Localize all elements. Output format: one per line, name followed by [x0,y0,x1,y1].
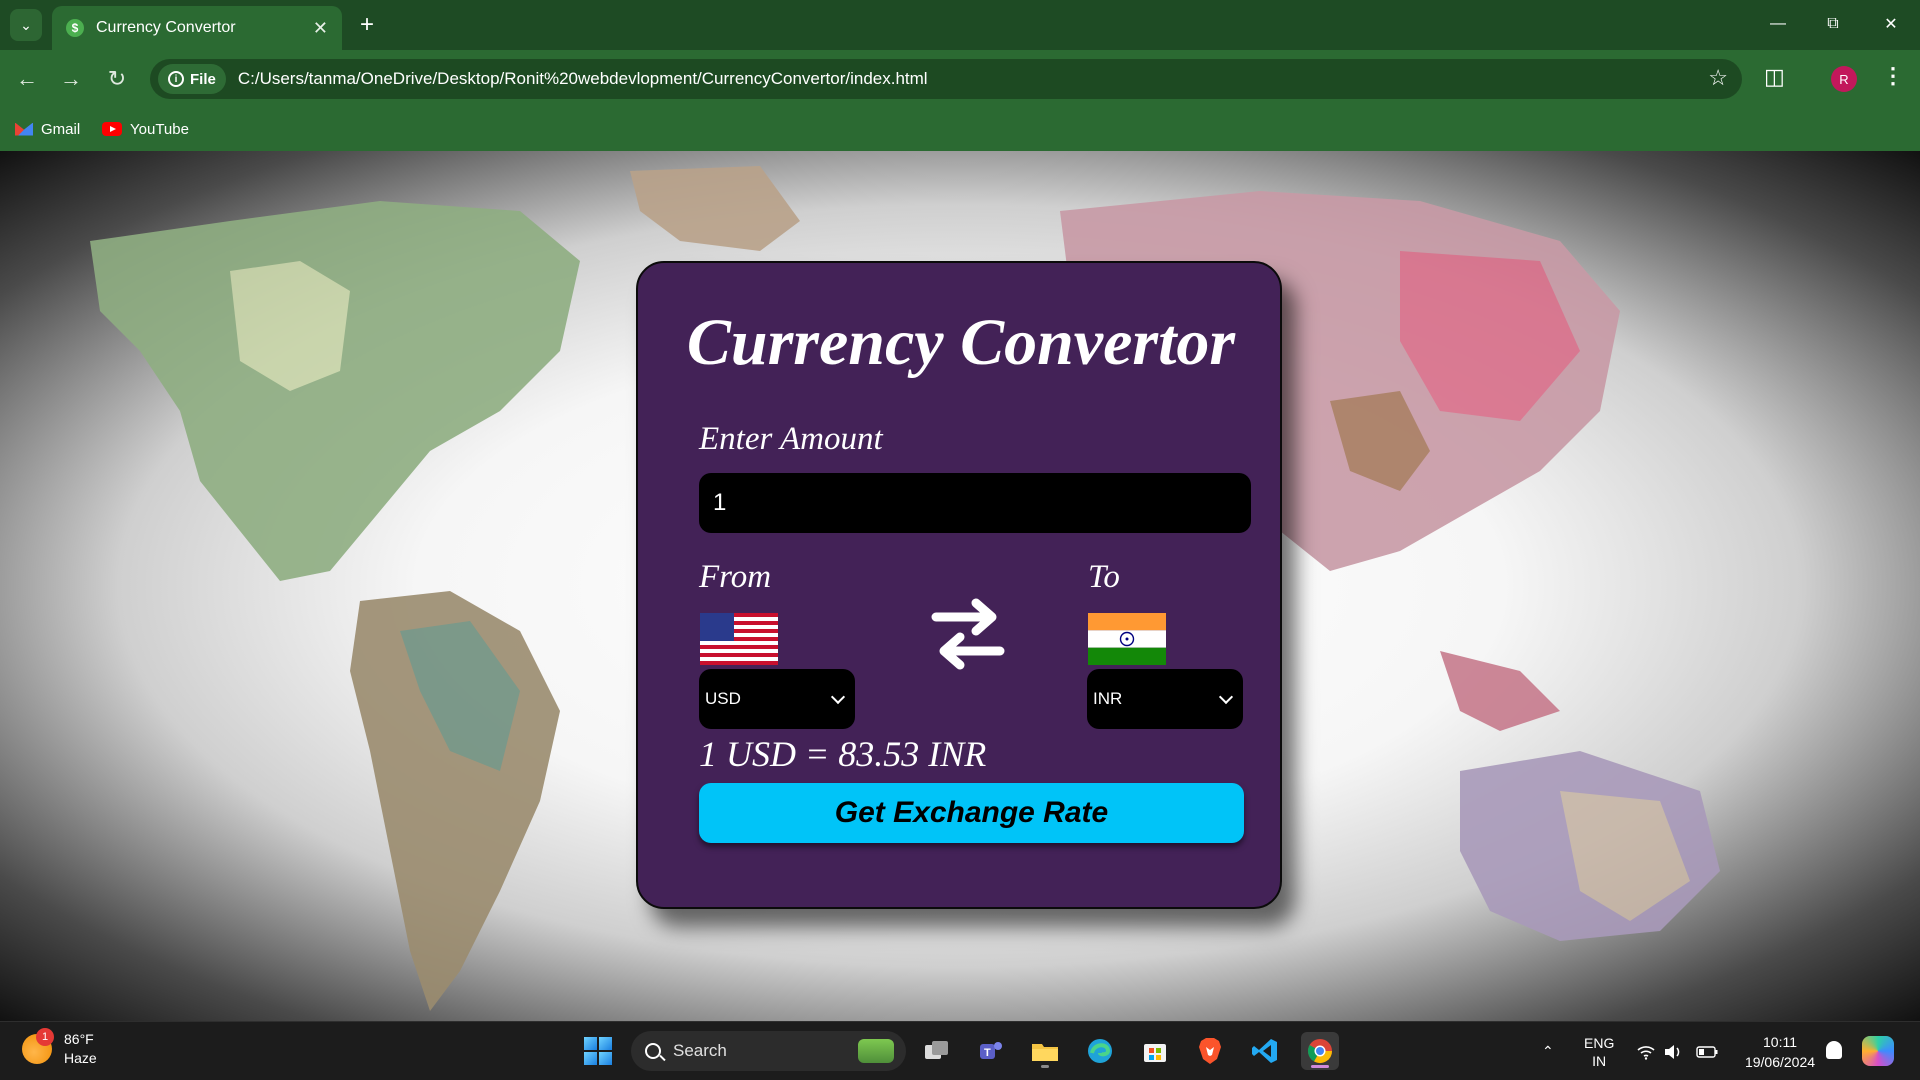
new-tab-icon[interactable]: + [352,10,382,40]
notification-badge: 1 [36,1028,54,1046]
vscode-icon[interactable] [1246,1032,1284,1070]
browser-tab[interactable]: $ Currency Convertor ✕ [52,6,342,50]
india-flag-icon [1088,613,1166,665]
address-bar[interactable]: i File C:/Users/tanma/OneDrive/Desktop/R… [150,59,1742,99]
weather-sun-icon: 1 [22,1028,54,1064]
brave-icon[interactable] [1191,1032,1229,1070]
language-indicator[interactable]: ENG IN [1584,1022,1614,1080]
info-icon: i [168,71,184,87]
from-currency-value: USD [705,689,741,708]
browser-toolbar: ← → ↻ i File C:/Users/tanma/OneDrive/Des… [0,50,1920,108]
restore-icon[interactable]: ⧉ [1810,6,1856,42]
chevron-down-icon [830,689,846,704]
search-highlight-art-icon [858,1039,894,1063]
youtube-icon [102,122,122,136]
active-indicator [1311,1065,1329,1068]
chrome-icon[interactable] [1301,1032,1339,1070]
from-currency-select[interactable]: USD [699,669,855,729]
svg-text:T: T [984,1047,991,1059]
page-title: Currency Convertor [686,306,1236,379]
task-view-icon[interactable] [918,1032,956,1070]
gmail-icon [15,122,33,136]
microsoft-store-icon[interactable] [1136,1032,1174,1070]
wifi-icon[interactable] [1636,1022,1656,1080]
bookmarks-bar: Gmail YouTube [0,108,1920,151]
clock-date: 19/06/2024 [1744,1054,1816,1070]
taskbar: 1 86°F Haze Search T ⌃ ENG IN 10:11 19/0… [0,1021,1920,1080]
us-flag-icon [700,613,778,665]
bookmark-label: Gmail [41,120,81,138]
dollar-favicon-icon: $ [66,19,84,37]
search-icon [645,1043,661,1059]
browser-tab-bar: ⌄ $ Currency Convertor ✕ + — ⧉ ✕ [0,0,1920,50]
tab-search-dropdown-icon[interactable]: ⌄ [10,9,42,41]
swap-arrows-icon[interactable] [930,593,1006,675]
reload-icon[interactable]: ↻ [102,64,132,94]
weather-widget[interactable]: 1 86°F Haze [22,1028,97,1068]
taskbar-search[interactable]: Search [631,1031,906,1071]
file-explorer-icon[interactable] [1026,1032,1064,1070]
page-viewport: Currency Convertor Enter Amount From To [0,151,1920,1021]
from-label: From [699,559,772,595]
amount-label: Enter Amount [699,421,883,457]
profile-avatar[interactable]: R [1831,66,1857,92]
exchange-result: 1 USD = 83.53 INR [699,734,987,774]
clock-time: 10:11 [1763,1034,1797,1050]
to-currency-select[interactable]: INR [1087,669,1243,729]
volume-icon[interactable] [1664,1022,1682,1080]
show-hidden-icons[interactable]: ⌃ [1542,1022,1554,1080]
tab-title: Currency Convertor [96,19,236,36]
system-clock[interactable]: 10:11 19/06/2024 [1730,1032,1830,1072]
back-icon[interactable]: ← [12,64,42,94]
bookmark-gmail[interactable]: Gmail [15,116,80,142]
converter-card: Currency Convertor Enter Amount From To [636,261,1282,909]
chevron-down-icon [1218,689,1234,704]
forward-icon[interactable]: → [56,64,86,94]
bookmark-youtube[interactable]: YouTube [102,116,189,142]
teams-icon[interactable]: T [972,1032,1010,1070]
close-tab-icon[interactable]: ✕ [313,18,328,39]
edge-icon[interactable] [1081,1032,1119,1070]
to-label: To [1088,559,1120,595]
browser-menu-icon[interactable]: ⋮ [1882,63,1904,89]
language-code: ENG [1584,1034,1615,1051]
weather-description: Haze [64,1050,97,1066]
site-chip-label: File [190,70,216,88]
weather-temperature: 86°F [64,1031,94,1047]
close-window-icon[interactable]: ✕ [1868,6,1914,42]
bookmark-label: YouTube [130,120,189,138]
copilot-icon[interactable] [1862,1036,1894,1066]
running-indicator [1041,1065,1049,1068]
notification-bell-icon[interactable] [1826,1041,1842,1059]
battery-icon[interactable] [1696,1022,1718,1080]
amount-input[interactable] [699,473,1251,533]
url-text[interactable]: C:/Users/tanma/OneDrive/Desktop/Ronit%20… [238,69,928,89]
get-exchange-rate-button[interactable]: Get Exchange Rate [699,783,1244,843]
bookmark-star-icon[interactable]: ☆ [1708,65,1728,91]
minimize-icon[interactable]: — [1755,6,1801,42]
region-code: IN [1592,1052,1607,1069]
to-currency-value: INR [1093,689,1123,708]
extensions-icon[interactable]: ◫ [1764,64,1785,90]
search-placeholder: Search [673,1041,727,1060]
windows-start-icon[interactable] [584,1037,612,1065]
site-info-chip[interactable]: i File [158,64,226,94]
